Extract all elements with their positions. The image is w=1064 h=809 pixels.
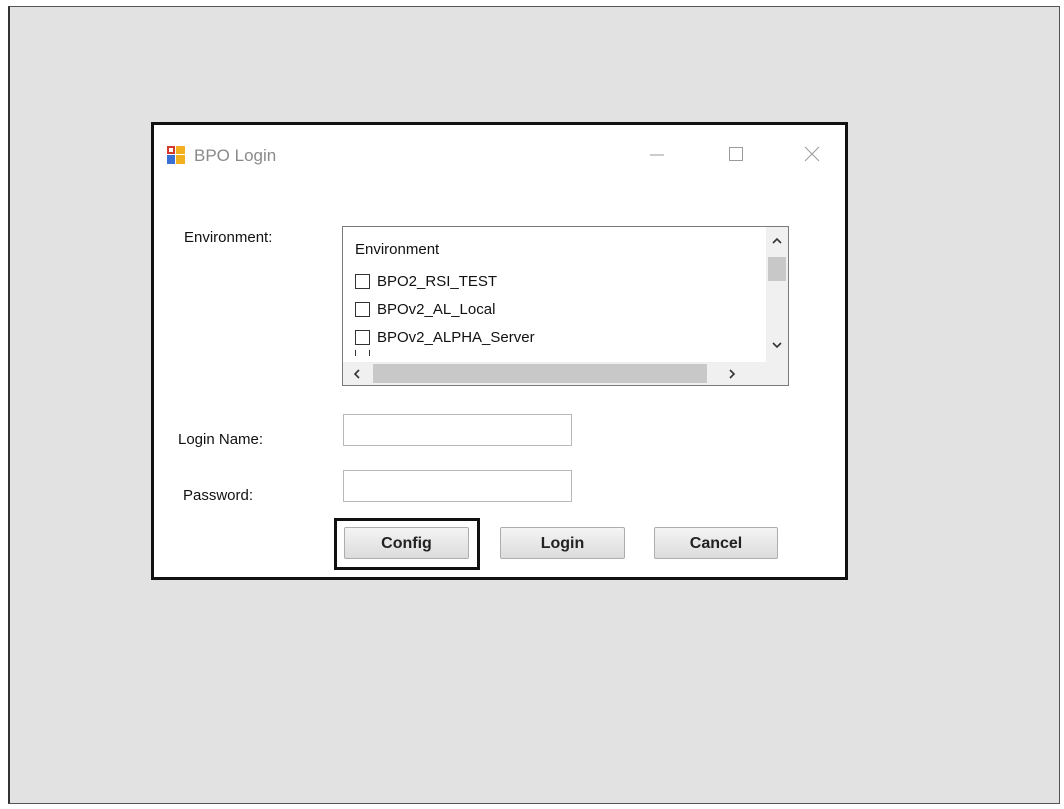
password-label: Password: [183,487,254,504]
config-button[interactable]: Config [344,527,469,559]
list-item-partial [355,350,377,356]
scroll-up-arrow-icon[interactable] [771,235,783,248]
close-icon[interactable] [797,139,827,169]
bpo-app-icon [167,146,185,164]
cancel-button[interactable]: Cancel [654,527,778,559]
login-name-label: Login Name: [178,431,264,448]
list-item-label: BPO2_RSI_TEST [377,272,498,290]
vertical-scroll-thumb[interactable] [768,257,786,281]
checkbox[interactable] [355,273,370,289]
checkbox [355,350,370,356]
checkbox[interactable] [355,329,370,345]
minimize-icon[interactable] [642,139,672,169]
maximize-icon[interactable] [721,139,751,169]
list-item[interactable]: BPO2_RSI_TEST [355,270,497,292]
list-item[interactable]: BPOv2_AL_Local [355,298,495,320]
list-item-label: BPOv2_AL_Local [377,300,496,318]
horizontal-scrollbar[interactable] [343,362,788,385]
title-bar[interactable]: BPO Login [154,125,845,185]
screen-frame: BPO Login Environment: Environment BPO2_… [8,6,1060,804]
login-name-input[interactable] [343,414,572,446]
list-item[interactable]: BPOv2_ALPHA_Server [355,326,535,348]
list-item-label: BPOv2_ALPHA_Server [377,328,535,346]
vertical-scrollbar[interactable] [766,227,788,364]
scroll-right-arrow-icon[interactable] [727,368,737,382]
environment-label: Environment: [184,229,273,246]
bpo-login-dialog: BPO Login Environment: Environment BPO2_… [151,122,848,580]
dialog-title: BPO Login [194,146,277,165]
environment-listbox[interactable]: Environment BPO2_RSI_TEST BPOv2_AL_Local… [342,226,789,386]
scroll-down-arrow-icon[interactable] [771,339,783,352]
scroll-left-arrow-icon[interactable] [352,368,362,382]
horizontal-scroll-thumb[interactable] [373,364,707,383]
login-button[interactable]: Login [500,527,625,559]
environment-list-header: Environment [355,241,440,258]
password-input[interactable] [343,470,572,502]
checkbox[interactable] [355,301,370,317]
